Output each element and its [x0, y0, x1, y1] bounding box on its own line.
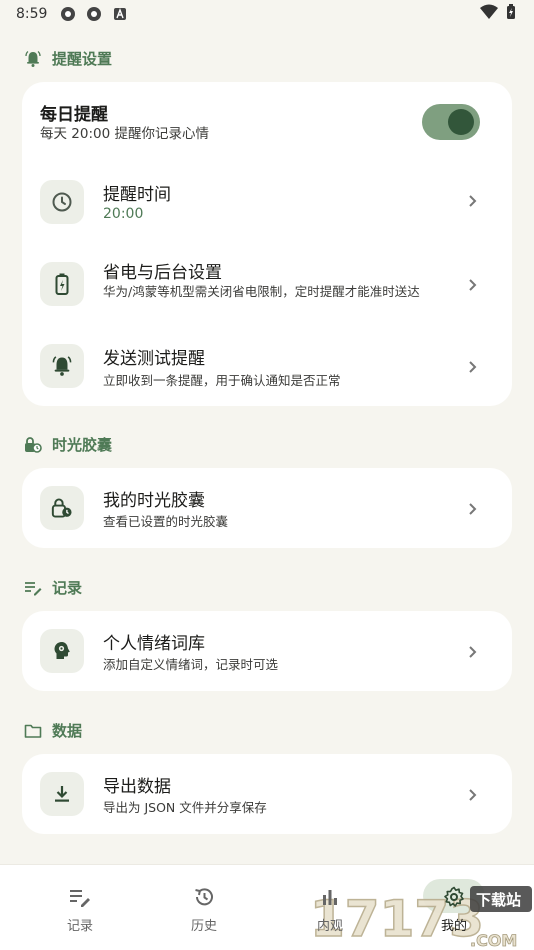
- nav-label: 我的: [440, 919, 467, 934]
- head-icon: [40, 629, 84, 673]
- chevron-right-icon: [466, 645, 480, 659]
- battery-settings-row[interactable]: 省电与后台设置 华为/鸿蒙等机型需关闭省电限制，定时提醒才能准时送达: [22, 252, 512, 322]
- row-title: 我的时光胶囊: [103, 491, 205, 511]
- section-title: 记录: [52, 579, 83, 597]
- wifi-icon: [480, 4, 498, 24]
- edit-list-icon: [68, 885, 92, 909]
- section-header-record: 记录: [24, 577, 82, 598]
- chevron-right-icon: [466, 502, 480, 516]
- row-subtitle: 立即收到一条提醒，用于确认通知是否正常: [103, 373, 341, 388]
- watermark-domain: .COM: [470, 931, 517, 950]
- row-subtitle: 导出为 JSON 文件并分享保存: [103, 800, 267, 815]
- history-icon: [192, 885, 216, 909]
- row-subtitle: 添加自定义情绪词，记录时可选: [103, 657, 279, 672]
- bell-ring-icon: [40, 344, 84, 388]
- section-header-capsule: 时光胶囊: [24, 434, 112, 455]
- test-reminder-row[interactable]: 发送测试提醒 立即收到一条提醒，用于确认通知是否正常: [22, 334, 512, 396]
- row-title: 省电与后台设置: [103, 263, 222, 283]
- edit-list-icon: [24, 579, 42, 597]
- lock-clock-icon: [24, 436, 42, 454]
- nav-label: 内观: [316, 919, 343, 934]
- status-bar: 8:59: [0, 0, 534, 28]
- daily-reminder-toggle[interactable]: [422, 104, 480, 140]
- row-title: 导出数据: [103, 777, 171, 797]
- row-title: 提醒时间: [103, 185, 171, 205]
- battery-icon: [40, 262, 84, 306]
- row-subtitle: 20:00: [103, 206, 144, 222]
- nav-label: 记录: [66, 919, 93, 934]
- battery-status-icon: [506, 4, 516, 24]
- watermark-logo: 17173 .COM 下载站: [309, 882, 534, 950]
- row-subtitle: 查看已设置的时光胶囊: [103, 514, 229, 529]
- app-notification-icon: [85, 5, 103, 23]
- section-title: 时光胶囊: [52, 436, 113, 454]
- reminder-time-row[interactable]: 提醒时间 20:00: [22, 172, 512, 234]
- export-data-row[interactable]: 导出数据 导出为 JSON 文件并分享保存: [22, 754, 512, 834]
- section-title: 提醒设置: [52, 50, 113, 68]
- clock-icon: [40, 180, 84, 224]
- nav-item-history[interactable]: 历史: [164, 885, 244, 934]
- record-card: 个人情绪词库 添加自定义情绪词，记录时可选: [22, 611, 512, 691]
- daily-reminder-row[interactable]: 每日提醒 每天 20:00 提醒你记录心情: [22, 82, 512, 164]
- chevron-right-icon: [466, 360, 480, 374]
- status-time: 8:59: [16, 6, 48, 22]
- daily-reminder-subtitle: 每天 20:00 提醒你记录心情: [40, 126, 209, 142]
- chart-icon: [318, 885, 342, 909]
- reminder-card: 每日提醒 每天 20:00 提醒你记录心情 提醒时间 20:00 省电与后台设置…: [22, 82, 512, 406]
- toggle-knob: [448, 109, 474, 135]
- emotion-lexicon-row[interactable]: 个人情绪词库 添加自定义情绪词，记录时可选: [22, 611, 512, 691]
- watermark-label: 下载站: [476, 891, 521, 909]
- download-icon: [40, 772, 84, 816]
- data-card: 导出数据 导出为 JSON 文件并分享保存: [22, 754, 512, 834]
- bell-ring-icon: [24, 50, 42, 68]
- chevron-right-icon: [466, 278, 480, 292]
- lock-clock-icon: [40, 486, 84, 530]
- text-notification-icon: [111, 5, 129, 23]
- section-header-data: 数据: [24, 720, 82, 741]
- row-title: 个人情绪词库: [103, 634, 205, 654]
- chevron-right-icon: [466, 194, 480, 208]
- chevron-right-icon: [466, 788, 480, 802]
- row-title: 发送测试提醒: [103, 349, 205, 369]
- daily-reminder-title: 每日提醒: [40, 105, 108, 125]
- nav-label: 历史: [190, 919, 217, 934]
- my-capsule-row[interactable]: 我的时光胶囊 查看已设置的时光胶囊: [22, 468, 512, 548]
- section-header-reminder: 提醒设置: [24, 48, 112, 69]
- row-subtitle: 华为/鸿蒙等机型需关闭省电限制，定时提醒才能准时送达: [103, 284, 420, 299]
- section-title: 数据: [52, 722, 83, 740]
- capsule-card: 我的时光胶囊 查看已设置的时光胶囊: [22, 468, 512, 548]
- gear-icon: [442, 885, 466, 909]
- folder-icon: [24, 722, 42, 740]
- nav-item-record[interactable]: 记录: [40, 885, 120, 934]
- app-notification-icon: [59, 5, 77, 23]
